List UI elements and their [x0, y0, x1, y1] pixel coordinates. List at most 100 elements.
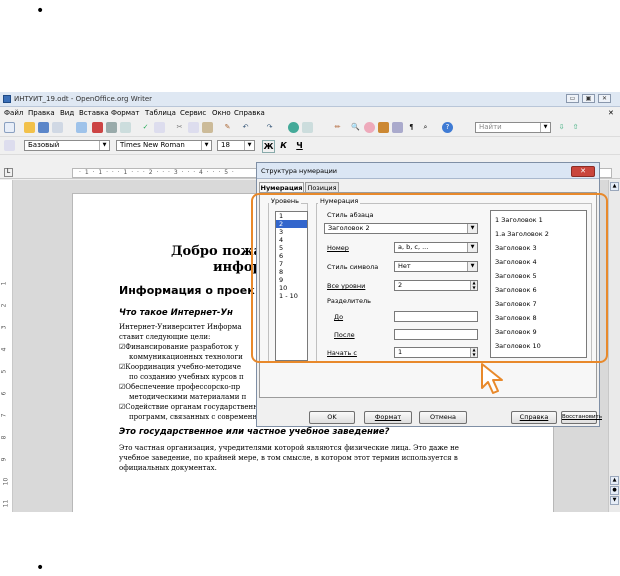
navigator-icon[interactable] [364, 122, 375, 133]
menu-window[interactable]: Окно [212, 109, 231, 117]
email-icon[interactable] [52, 122, 63, 133]
doc-heading4: Это государственное или частное учебное … [119, 427, 390, 437]
callout-highlight-frame [251, 193, 608, 363]
underline-button[interactable]: Ч [294, 140, 305, 151]
italic-button[interactable]: К [278, 140, 289, 151]
pilcrow-icon[interactable]: ¶ [406, 122, 417, 133]
font-size-combo[interactable]: 18 ▼ [217, 140, 255, 151]
vruler-4: 4 [0, 347, 8, 352]
table-icon[interactable] [302, 122, 313, 133]
doc-item-1: ☑Финансирование разработок у [119, 343, 239, 351]
doc-item-3b: методическими материалами п [129, 393, 247, 401]
standard-toolbar: ✓ ✂ ✎ ↶ ↷ ✏ 🔍 ¶ ⌕ ? Найти ▼ ⇩ ⇧ [0, 120, 620, 137]
dialog-title-bar: Структура нумерации ✕ [257, 163, 599, 179]
writer-app-icon [3, 95, 11, 103]
menu-table[interactable]: Таблица [145, 109, 176, 117]
scroll-prev-page-icon[interactable]: ▲ [610, 476, 619, 485]
close-doc-icon[interactable]: ✕ [608, 109, 614, 117]
cut-icon[interactable]: ✂ [174, 122, 185, 133]
menu-format[interactable]: Формат [111, 109, 139, 117]
new-doc-icon[interactable] [4, 122, 15, 133]
formatting-toolbar: Базовый ▼ Times New Roman ▼ 18 ▼ Ж К Ч [0, 138, 620, 155]
vruler-6: 6 [0, 391, 8, 396]
autospell-icon[interactable] [154, 122, 165, 133]
format-button[interactable]: Формат [364, 411, 412, 424]
find-replace-icon[interactable]: 🔍 [350, 122, 361, 133]
vruler-7: 7 [0, 413, 8, 418]
menu-insert[interactable]: Вставка [79, 109, 109, 117]
doc-item-2: ☑Координация учебно-методиче [119, 363, 241, 371]
bold-button[interactable]: Ж [262, 140, 275, 153]
cancel-button[interactable]: Отмена [419, 411, 467, 424]
dialog-title: Структура нумерации [261, 167, 338, 175]
vruler-9: 9 [0, 457, 8, 462]
spellcheck-icon[interactable]: ✓ [140, 122, 151, 133]
zoom-icon[interactable]: ⌕ [420, 122, 431, 133]
paste-icon[interactable] [202, 122, 213, 133]
menu-edit[interactable]: Правка [28, 109, 55, 117]
undo-icon[interactable]: ↶ [240, 122, 251, 133]
paragraph-style-combo[interactable]: Базовый ▼ [24, 140, 110, 151]
find-input[interactable]: Найти ▼ [475, 122, 551, 133]
edit-icon[interactable] [76, 122, 87, 133]
doc-heading2: Информация о проек [119, 284, 255, 297]
vruler-2: 2 [0, 303, 8, 308]
vruler-10: 10 [2, 477, 10, 486]
minimize-button[interactable]: ▭ [566, 94, 579, 103]
mouse-pointer-icon [481, 363, 503, 394]
vertical-scrollbar[interactable]: ▲ ▲ ● ▼ [608, 180, 620, 512]
doc-para2c: официальных документах. [119, 464, 217, 472]
gallery-icon[interactable] [378, 122, 389, 133]
font-name-combo[interactable]: Times New Roman ▼ [116, 140, 212, 151]
datasource-icon[interactable] [392, 122, 403, 133]
doc-para1b: ставит следующие цели: [119, 333, 211, 341]
doc-item-3: ☑Обеспечение профессорско-пр [119, 383, 241, 391]
doc-heading3: Что такое Интернет-Ун [119, 308, 233, 318]
help-icon[interactable]: ? [442, 122, 453, 133]
ok-button[interactable]: OK [309, 411, 355, 424]
bullet-bottom: • [36, 560, 45, 576]
close-window-button[interactable]: ✕ [598, 94, 611, 103]
menu-tools[interactable]: Сервис [180, 109, 206, 117]
vruler-8: 8 [0, 435, 8, 440]
preview-icon[interactable] [120, 122, 131, 133]
doc-para1a: Интернет-Университет Информа [119, 323, 242, 331]
scroll-next-page-icon[interactable]: ▼ [610, 496, 619, 505]
menu-bar: Файл Правка Вид Вставка Формат Таблица С… [0, 107, 620, 119]
tab-stop-icon[interactable]: L [4, 168, 13, 177]
vertical-ruler: 1 2 3 4 5 6 7 8 9 10 11 [0, 180, 13, 512]
menu-help[interactable]: Справка [234, 109, 265, 117]
ruler-marks: · 1 · 1 · · · 1 · · · 2 · · · 3 · · · 4 … [79, 169, 235, 176]
pdf-icon[interactable] [92, 122, 103, 133]
save-icon[interactable] [38, 122, 49, 133]
dialog-close-button[interactable]: ✕ [571, 166, 595, 177]
print-icon[interactable] [106, 122, 117, 133]
open-icon[interactable] [24, 122, 35, 133]
help-button[interactable]: Справка [511, 411, 557, 424]
menu-view[interactable]: Вид [60, 109, 74, 117]
scroll-nav-icon[interactable]: ● [610, 486, 619, 495]
find-next-icon[interactable]: ⇩ [556, 122, 567, 133]
copy-icon[interactable] [188, 122, 199, 133]
doc-item-1b: коммуникационных технологи [129, 353, 243, 361]
maximize-button[interactable]: ▣ [582, 94, 595, 103]
find-prev-icon[interactable]: ⇧ [570, 122, 581, 133]
title-bar: ИНТУИТ_19.odt - OpenOffice.org Writer ▭ … [0, 92, 620, 107]
doc-item-2b: по созданию учебных курсов п [129, 373, 244, 381]
doc-para2b: учебное заведение, по крайней мере, в то… [119, 454, 458, 462]
bullet-top: • [36, 3, 45, 19]
window-title: ИНТУИТ_19.odt - OpenOffice.org Writer [14, 95, 153, 103]
doc-para2a: Это частная организация, учредителями ко… [119, 444, 459, 452]
vruler-3: 3 [0, 325, 8, 330]
reset-button[interactable]: Восстановить [561, 411, 602, 424]
styles-icon[interactable] [4, 140, 15, 151]
format-paint-icon[interactable]: ✎ [222, 122, 233, 133]
vruler-1: 1 [0, 281, 8, 286]
redo-icon[interactable]: ↷ [264, 122, 275, 133]
menu-file[interactable]: Файл [4, 109, 23, 117]
vruler-5: 5 [0, 369, 8, 374]
scroll-up-icon[interactable]: ▲ [610, 182, 619, 191]
vruler-11: 11 [2, 499, 10, 508]
draw-icon[interactable]: ✏ [332, 122, 343, 133]
hyperlink-icon[interactable] [288, 122, 299, 133]
